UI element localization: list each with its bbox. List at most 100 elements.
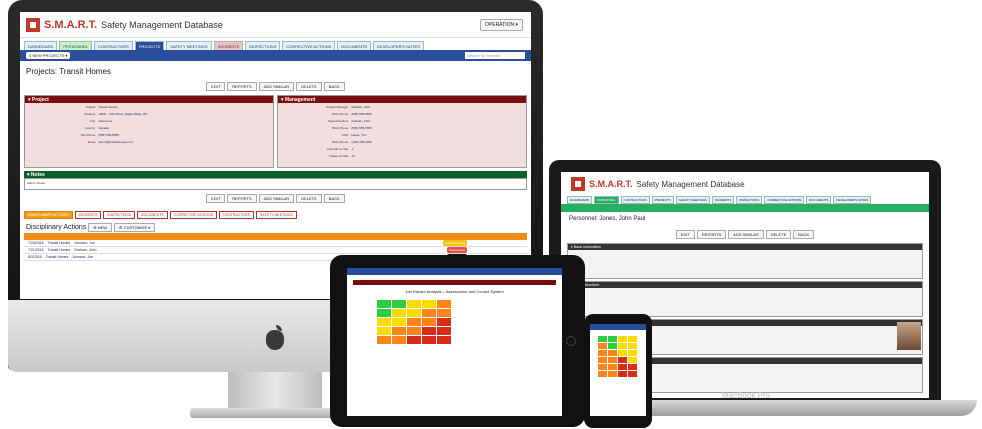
add-similar-button[interactable]: ADD SIMILAR xyxy=(258,194,295,203)
field-label: Address xyxy=(84,112,96,116)
field-value: Vancouver xyxy=(98,119,113,123)
table-row[interactable]: 7/26/2016 Transit Homes Johnson, Joe Verbal… xyxy=(24,240,527,247)
mb-tab-safety-meetings[interactable]: SAFETY MEETINGS xyxy=(675,196,710,204)
risk-cell xyxy=(628,364,637,370)
mb-reports-button[interactable]: REPORTS xyxy=(696,230,727,239)
search-input[interactable]: Search for records xyxy=(465,52,525,59)
tab-personnel[interactable]: PERSONNEL xyxy=(59,41,93,50)
customize-button[interactable]: ⚙ CUSTOMIZE ▾ xyxy=(114,223,156,232)
risk-cell xyxy=(437,300,451,308)
subtab-inspections[interactable]: INSPECTIONS xyxy=(103,211,136,219)
page-title: Projects: Transit Homes xyxy=(26,67,111,76)
projects-toolbar: ≡ NEW PROJECTS ▾ Search for records xyxy=(20,50,531,61)
table-header xyxy=(24,233,527,240)
risk-cell xyxy=(377,309,391,317)
mb-toolbar xyxy=(561,204,929,212)
new-button[interactable]: ⊕ NEW xyxy=(88,223,113,232)
mb-app-header: S.M.A.R.T. Safety Management Database xyxy=(561,172,929,196)
project-panel-header[interactable]: ▾ Project xyxy=(25,96,273,103)
risk-cell xyxy=(618,371,627,377)
management-panel-header[interactable]: ▾ Management xyxy=(278,96,526,103)
tab-developer-s-notes[interactable]: DEVELOPER'S NOTES xyxy=(373,41,424,50)
subtab-incidents[interactable]: INCIDENTS xyxy=(74,211,102,219)
mb-tab-corrective-actions[interactable]: CORRECTIVE ACTIONS xyxy=(764,196,804,204)
field-label: Project Manager xyxy=(326,105,349,109)
mb-tab-projects[interactable]: PROJECTS xyxy=(651,196,674,204)
mb-delete-button[interactable]: DELETE xyxy=(765,230,792,239)
new-projects-button[interactable]: ≡ NEW PROJECTS ▾ xyxy=(26,52,71,59)
mb-panel: ▾ Phone Numbers xyxy=(567,281,923,317)
field-row: First Aid on Site ✔ xyxy=(280,147,524,152)
row-site[interactable]: Transit Homes xyxy=(48,248,71,252)
mb-tab-contractors[interactable]: CONTRACTORS xyxy=(620,196,650,204)
table-row[interactable]: 7/21/2016 Transit Homes Graham, John Suspen… xyxy=(24,247,527,254)
subtab-contractors[interactable]: CONTRACTORS xyxy=(219,211,254,219)
mb-tab-personnel[interactable]: PERSONNEL xyxy=(594,196,619,204)
risk-cell xyxy=(392,327,406,335)
delete-button[interactable]: DELETE xyxy=(296,82,322,91)
risk-cell xyxy=(422,318,436,326)
mb-edit-button[interactable]: EDIT xyxy=(675,230,695,239)
personnel-photo xyxy=(897,322,921,350)
edit-button[interactable]: EDIT xyxy=(206,82,226,91)
mb-add-similar-button[interactable]: ADD SIMILAR xyxy=(728,230,764,239)
tab-inspections[interactable]: INSPECTIONS xyxy=(245,41,281,50)
risk-cell xyxy=(598,336,607,342)
reports-button[interactable]: REPORTS xyxy=(227,82,257,91)
back-button[interactable]: BACK xyxy=(323,194,345,203)
mb-tab-developer-s-notes[interactable]: DEVELOPER'S NOTES xyxy=(833,196,872,204)
field-value: Graham, John xyxy=(351,119,371,123)
risk-cell xyxy=(392,300,406,308)
back-button[interactable]: BACK xyxy=(323,82,345,91)
reports-button[interactable]: REPORTS xyxy=(227,194,257,203)
delete-button[interactable]: DELETE xyxy=(296,194,322,203)
risk-cell xyxy=(608,357,617,363)
notes-header[interactable]: ▾ Notes xyxy=(24,171,527,178)
risk-cell xyxy=(608,350,617,356)
mb-tab-inspections[interactable]: INSPECTIONS xyxy=(735,196,763,204)
mb-tab-documents[interactable]: DOCUMENTS xyxy=(805,196,832,204)
field-value: Graham, John xyxy=(351,105,371,109)
row-supervisor[interactable]: Graham, John xyxy=(74,248,96,252)
mb-panel-body xyxy=(568,288,922,316)
operation-button[interactable]: OPERATION ▾ xyxy=(480,18,523,31)
tab-dashboard[interactable]: DASHBOARD xyxy=(24,41,58,50)
subtab-safety-meetings[interactable]: SAFETY MEETINGS xyxy=(255,211,297,219)
row-site[interactable]: Transit Homes xyxy=(46,255,69,259)
mb-app-subtitle: Safety Management Database xyxy=(636,179,745,189)
mb-tab-dashboard[interactable]: DASHBOARD xyxy=(567,196,593,204)
app-subtitle: Safety Management Database xyxy=(101,19,223,30)
row-supervisor[interactable]: Johnson, Joe xyxy=(72,255,93,259)
add-similar-button[interactable]: ADD SIMILAR xyxy=(258,82,295,91)
risk-cell xyxy=(608,336,617,342)
field-label: City xyxy=(90,119,96,123)
iphone-nav-bar xyxy=(590,324,646,330)
tab-safety-meetings[interactable]: SAFETY MEETINGS xyxy=(166,41,212,50)
risk-cell xyxy=(392,336,406,344)
field-label: Project xyxy=(85,105,96,109)
mb-back-button[interactable]: BACK xyxy=(793,230,815,239)
subtab-corrective-actions[interactable]: CORRECTIVE ACTIONS xyxy=(169,211,217,219)
risk-cell xyxy=(598,350,607,356)
field-value: Hesse, Tim xyxy=(351,133,367,137)
smart-logo-icon xyxy=(26,17,40,32)
mb-panel: ▾ Basic Information xyxy=(567,243,923,279)
tab-incidents[interactable]: INCIDENTS xyxy=(213,41,244,50)
row-site[interactable]: Transit Homes xyxy=(48,241,71,245)
edit-button[interactable]: EDIT xyxy=(206,194,226,203)
risk-cell xyxy=(422,327,436,335)
subtab-disciplinary-actions[interactable]: DISCIPLINARY ACTIONS xyxy=(24,211,73,219)
tab-documents[interactable]: DOCUMENTS xyxy=(337,41,372,50)
tab-corrective-actions[interactable]: CORRECTIVE ACTIONS xyxy=(282,41,336,50)
iphone-screen xyxy=(590,324,646,416)
risk-cell xyxy=(437,336,451,344)
field-value: (555) 555-5555 xyxy=(98,133,119,137)
tab-projects[interactable]: PROJECTS xyxy=(134,41,165,50)
tab-contractors[interactable]: CONTRACTORS xyxy=(94,41,133,50)
mb-tab-incidents[interactable]: INCIDENTS xyxy=(711,196,734,204)
field-value: Transit Homes xyxy=(98,105,118,109)
field-row: Project Manager Graham, John xyxy=(280,105,524,110)
subtab-documents[interactable]: DOCUMENTS xyxy=(137,211,168,219)
row-supervisor[interactable]: Johnson, Joe xyxy=(74,241,95,245)
ipad-home-button-icon[interactable] xyxy=(566,336,576,346)
